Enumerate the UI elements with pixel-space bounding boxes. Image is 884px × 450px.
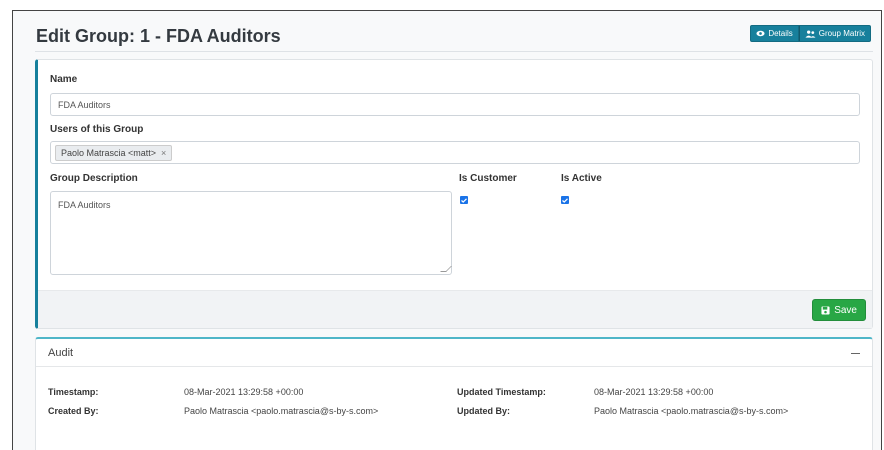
timestamp-value: 08-Mar-2021 13:29:58 +00:00: [184, 387, 304, 397]
edit-group-card: Name FDA Auditors Users of this Group Pa…: [35, 59, 873, 329]
page-title: Edit Group: 1 - FDA Auditors: [36, 26, 281, 46]
users-select[interactable]: Paolo Matrascia <matt> ×: [50, 141, 860, 164]
group-matrix-button[interactable]: Group Matrix: [798, 25, 871, 42]
timestamp-label: Timestamp:: [48, 387, 99, 397]
header-button-group: Details Group Matrix: [750, 25, 871, 42]
audit-title: Audit: [48, 347, 74, 359]
check-icon: [562, 197, 568, 203]
users-label: Users of this Group: [50, 124, 144, 135]
description-label: Group Description: [50, 173, 138, 184]
header-divider: [35, 51, 873, 52]
app-frame: Edit Group: 1 - FDA Auditors Details Gro…: [12, 10, 882, 450]
user-tag: Paolo Matrascia <matt> ×: [55, 144, 173, 161]
eye-icon: [756, 30, 765, 37]
updated-timestamp-value: 08-Mar-2021 13:29:58 +00:00: [594, 387, 714, 397]
minus-icon[interactable]: [851, 353, 860, 354]
is-active-label: Is Active: [561, 173, 602, 184]
name-label: Name: [50, 74, 78, 85]
description-textarea[interactable]: FDA Auditors: [50, 191, 452, 275]
resize-handle-icon[interactable]: [440, 266, 452, 272]
updated-by-label: Updated By:: [457, 406, 511, 416]
audit-header: Audit: [36, 339, 872, 367]
save-button-label: Save: [834, 304, 857, 316]
is-active-checkbox[interactable]: [561, 196, 569, 204]
user-tag-remove-icon[interactable]: ×: [161, 148, 166, 158]
updated-by-value: Paolo Matrascia <paolo.matrascia@s-by-s.…: [594, 406, 789, 416]
card-footer: Save: [38, 290, 872, 328]
details-button-label: Details: [768, 29, 793, 38]
created-by-value: Paolo Matrascia <paolo.matrascia@s-by-s.…: [184, 406, 379, 416]
is-customer-label: Is Customer: [459, 173, 517, 184]
name-input[interactable]: FDA Auditors: [50, 93, 860, 116]
check-icon: [461, 197, 467, 203]
group-matrix-button-label: Group Matrix: [818, 29, 865, 38]
created-by-label: Created By:: [48, 406, 99, 416]
floppy-disk-icon: [821, 305, 830, 315]
description-text: FDA Auditors: [58, 200, 111, 210]
audit-panel: Audit Timestamp: 08-Mar-2021 13:29:58 +0…: [35, 337, 873, 450]
is-customer-checkbox[interactable]: [460, 196, 468, 204]
updated-timestamp-label: Updated Timestamp:: [457, 387, 546, 397]
save-button[interactable]: Save: [812, 299, 866, 321]
users-icon: [805, 30, 816, 38]
details-button[interactable]: Details: [750, 25, 799, 42]
user-tag-label: Paolo Matrascia <matt>: [61, 147, 157, 158]
